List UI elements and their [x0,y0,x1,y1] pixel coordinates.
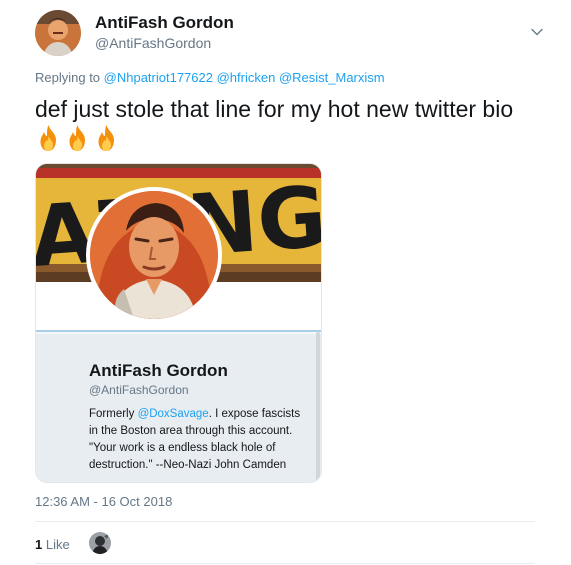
fire-emoji-icon [98,125,114,151]
tweet-body: def just stole that line for my hot new … [35,96,514,122]
liker-avatar[interactable] [89,532,111,554]
attached-profile-screenshot[interactable]: AZINGS AntiFash Gordon [35,163,322,483]
fire-emoji-icon [69,125,85,151]
author-name[interactable]: AntiFash Gordon [95,13,234,33]
tweet-timestamp[interactable]: 12:36 AM - 16 Oct 2018 [35,494,172,509]
reply-mention[interactable]: @hfricken [217,70,276,85]
profile-bio: Formerly @DoxSavage. I expose fascists i… [89,406,304,474]
profile-picture [86,187,222,323]
tweet-text: def just stole that line for my hot new … [35,94,540,154]
bio-mention: @DoxSavage [137,408,209,420]
divider [35,563,535,564]
tweet: AntiFash Gordon @AntiFashGordon Replying… [0,0,571,565]
bio-text: Formerly [89,408,138,420]
replying-to-label: Replying to [35,70,104,85]
chevron-down-icon[interactable] [531,26,543,38]
like-count: 1 [35,537,43,552]
reply-mention[interactable]: @Resist_Marxism [279,70,385,85]
scrollbar[interactable] [316,332,320,482]
author-avatar[interactable] [35,10,81,56]
profile-name: AntiFash Gordon [89,361,228,380]
author-handle[interactable]: @AntiFashGordon [95,35,211,51]
tweet-header: AntiFash Gordon @AntiFashGordon [35,10,545,56]
divider [35,521,535,522]
fire-emoji-icon [40,125,56,151]
reply-mention[interactable]: @Nhpatriot177622 [104,70,213,85]
replying-to: Replying to @Nhpatriot177622 @hfricken @… [35,70,385,85]
like-stats[interactable]: 1 Like [35,537,70,552]
profile-handle: @AntiFashGordon [89,383,189,397]
like-label: Like [45,537,70,552]
